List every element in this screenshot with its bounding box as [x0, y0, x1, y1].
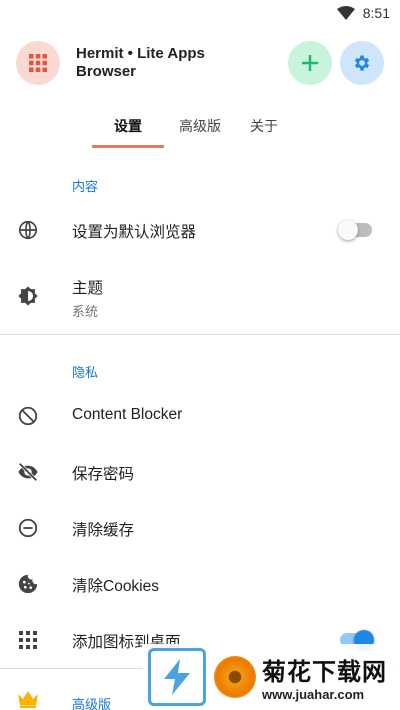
lightning-icon — [148, 648, 206, 706]
section-content-label: 内容 — [72, 179, 99, 194]
brightness-icon — [17, 285, 39, 307]
app-grid-icon[interactable] — [16, 41, 60, 85]
section-premium-label: 高级版 — [72, 697, 112, 710]
setting-content-blocker[interactable]: Content Blocker — [0, 394, 400, 438]
plus-icon — [302, 55, 318, 71]
block-icon — [17, 405, 39, 427]
remove-circle-icon — [17, 517, 39, 539]
setting-theme[interactable]: 主题 系统 — [0, 270, 400, 326]
watermark-title: 菊花下载网 — [262, 658, 387, 686]
section-privacy-label: 隐私 — [72, 365, 99, 380]
app-title: Hermit • Lite Apps Browser — [76, 45, 205, 80]
visibility-off-icon — [17, 461, 39, 483]
setting-clear-cookies[interactable]: 清除Cookies — [0, 562, 400, 606]
clear-cookies-label: 清除Cookies — [72, 578, 159, 595]
tab-settings[interactable]: 设置 — [92, 108, 164, 148]
settings-button[interactable] — [340, 41, 384, 85]
apps-icon — [17, 629, 39, 651]
theme-value: 系统 — [72, 304, 99, 319]
crown-icon — [17, 688, 39, 710]
tab-about[interactable]: 关于 — [236, 108, 292, 148]
save-passwords-label: 保存密码 — [72, 466, 135, 483]
watermark-text: 菊花下载网 www.juahar.com — [262, 652, 387, 702]
theme-label: 主题 — [72, 280, 104, 297]
globe-icon — [17, 219, 39, 241]
default-browser-toggle[interactable] — [338, 220, 372, 240]
divider — [0, 334, 400, 335]
status-time: 8:51 — [362, 5, 390, 21]
gear-icon — [354, 55, 370, 71]
clear-cache-label: 清除缓存 — [72, 522, 135, 539]
watermark-url: www.juahar.com — [262, 687, 365, 702]
toggle-knob — [338, 220, 358, 240]
status-bar: 8:51 — [0, 0, 400, 26]
setting-default-browser[interactable]: 设置为默认浏览器 — [0, 208, 400, 252]
default-browser-label: 设置为默认浏览器 — [72, 224, 197, 241]
app-header: Hermit • Lite Apps Browser — [16, 40, 384, 86]
setting-clear-cache[interactable]: 清除缓存 — [0, 506, 400, 550]
watermark: 菊花下载网 www.juahar.com — [142, 644, 400, 710]
tab-bar: 设置 高级版 关于 — [92, 108, 292, 148]
cookie-icon — [17, 573, 39, 595]
wifi-icon — [336, 6, 355, 20]
content-blocker-label: Content Blocker — [72, 406, 183, 423]
setting-save-passwords[interactable]: 保存密码 — [0, 450, 400, 494]
add-button[interactable] — [288, 41, 332, 85]
tab-premium[interactable]: 高级版 — [164, 108, 236, 148]
flower-icon — [214, 656, 256, 698]
